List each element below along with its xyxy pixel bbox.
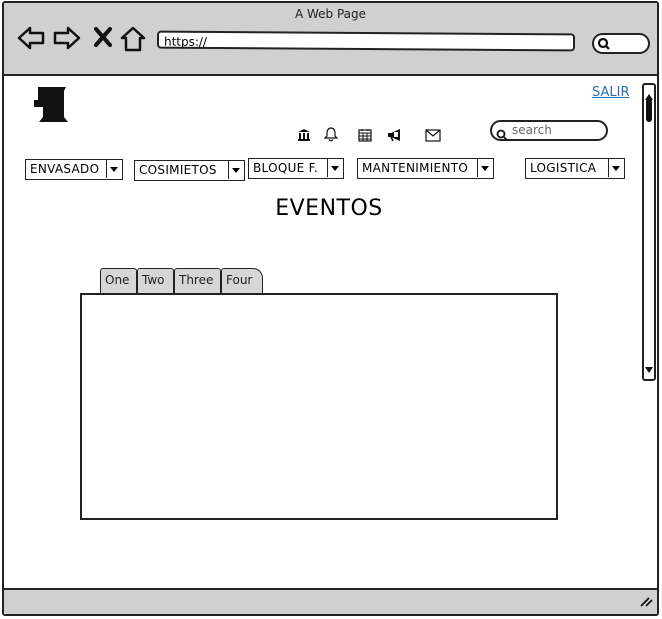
menu-label: BLOQUE F. (253, 161, 319, 175)
menu-label: COSIMIETOS (139, 163, 217, 177)
page-title: EVENTOS (275, 196, 383, 221)
browser-window: A Web Page https:// SALIR search ENVASAD… (2, 1, 659, 616)
logout-link[interactable]: SALIR (592, 85, 630, 100)
close-x-icon[interactable] (93, 26, 113, 52)
chevron-down-icon[interactable] (327, 159, 343, 177)
envelope-icon[interactable] (425, 127, 441, 146)
tab-one[interactable]: One (100, 268, 137, 293)
url-bar[interactable]: https:// (156, 30, 576, 52)
tab-four[interactable]: Four (221, 268, 263, 293)
chevron-down-icon[interactable] (608, 159, 624, 177)
chevron-down-icon[interactable] (228, 161, 244, 179)
status-bar (4, 588, 657, 614)
tab-panel (80, 293, 558, 520)
tab-three[interactable]: Three (174, 268, 221, 293)
window-title: A Web Page (294, 7, 367, 21)
chevron-down-icon[interactable] (106, 160, 122, 178)
menu-envasado[interactable]: ENVASADO (25, 159, 123, 180)
menu-label: ENVASADO (30, 162, 100, 176)
scroll-thumb[interactable] (646, 98, 652, 122)
vertical-scrollbar[interactable] (642, 83, 656, 381)
chevron-down-icon[interactable] (477, 159, 493, 177)
resize-grip-icon[interactable] (639, 592, 653, 611)
menu-label: LOGISTICA (530, 161, 597, 175)
calendar-icon[interactable] (358, 127, 372, 146)
browser-search-field[interactable] (592, 33, 650, 54)
menu-mantenimiento[interactable]: MANTENIMIENTO (357, 158, 494, 179)
menu-cosimietos[interactable]: COSIMIETOS (134, 160, 245, 181)
menu-logistica[interactable]: LOGISTICA (525, 158, 625, 179)
mug-logo-icon (26, 85, 72, 129)
bell-icon[interactable] (323, 127, 339, 146)
home-icon[interactable] (119, 25, 147, 57)
menu-bloque-f[interactable]: BLOQUE F. (248, 158, 344, 179)
browser-chrome: A Web Page https:// (4, 3, 657, 76)
scroll-down-icon[interactable] (645, 359, 653, 378)
megaphone-icon[interactable] (387, 127, 403, 146)
page-content: SALIR search ENVASADO COSIMIETOS BLOQUE … (4, 76, 657, 588)
bank-icon[interactable] (297, 127, 311, 146)
search-icon (496, 126, 508, 145)
forward-arrow-icon[interactable] (52, 25, 82, 55)
tab-two[interactable]: Two (137, 268, 174, 293)
back-arrow-icon[interactable] (16, 25, 46, 55)
menu-label: MANTENIMIENTO (362, 161, 469, 175)
